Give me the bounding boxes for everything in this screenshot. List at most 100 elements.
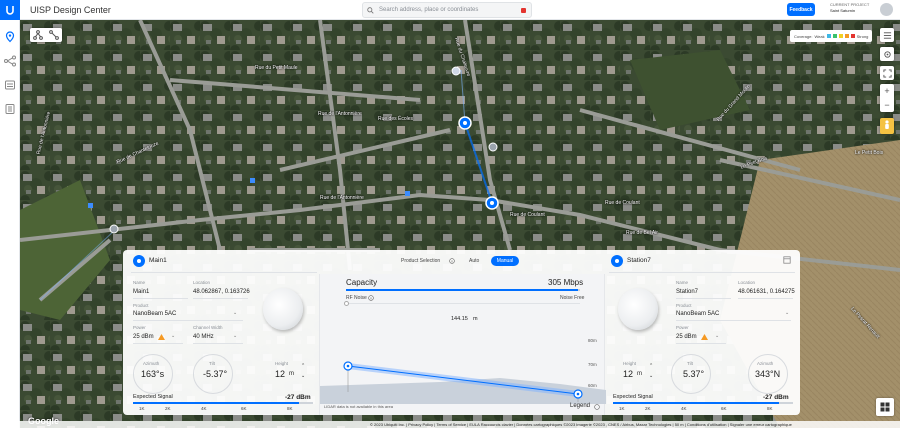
- azimuth-label: Azimuth: [757, 361, 774, 366]
- grid-view-button[interactable]: [876, 398, 894, 416]
- coverage-weak-label: Weak: [814, 33, 825, 39]
- expected-signal-label: Expected Signal: [133, 394, 173, 400]
- height-value[interactable]: 12: [623, 369, 633, 379]
- chevron-down-icon[interactable]: ⌄: [649, 373, 653, 379]
- auto-toggle[interactable]: Auto: [469, 258, 479, 264]
- distance-unit: m: [473, 316, 478, 322]
- ubiquiti-logo[interactable]: [0, 0, 20, 20]
- chevron-down-icon[interactable]: ⌄: [233, 310, 237, 316]
- link-tool-icon[interactable]: [49, 30, 59, 40]
- location-field[interactable]: 48.062867, 0.163726: [193, 289, 250, 295]
- search-icon: [367, 6, 374, 14]
- pegman-icon: [885, 120, 889, 129]
- tilt-label: Tilt: [687, 361, 693, 366]
- tilt-value[interactable]: 5.37°: [683, 369, 704, 379]
- name-label: Name: [676, 280, 689, 285]
- chevron-down-icon[interactable]: ⌄: [171, 333, 175, 339]
- divider: [738, 298, 793, 299]
- antenna-image: [263, 288, 303, 330]
- topology-icon[interactable]: [4, 54, 16, 67]
- power-field[interactable]: 25 dBm: [133, 334, 154, 340]
- signal-tick: 8K: [767, 406, 773, 411]
- height-label: Height: [623, 361, 637, 366]
- name-field[interactable]: Main1: [133, 289, 149, 295]
- chevron-down-icon[interactable]: ⌄: [715, 333, 719, 339]
- expected-signal-label: Expected Signal: [613, 394, 653, 400]
- collapse-icon[interactable]: [783, 256, 791, 264]
- devices-icon[interactable]: [4, 78, 16, 90]
- chevron-up-icon[interactable]: ⌃: [649, 363, 653, 369]
- name-label: Name: [133, 280, 146, 285]
- fullscreen-button[interactable]: [880, 66, 894, 80]
- device-pin-icon: [611, 255, 623, 267]
- list-icon[interactable]: [4, 102, 16, 114]
- info-icon[interactable]: [368, 295, 374, 301]
- height-label: Height: [275, 361, 289, 366]
- location-label: Location: [193, 280, 211, 285]
- left-device-title: Main1: [149, 257, 167, 264]
- divider: [676, 320, 791, 321]
- layers-button[interactable]: [880, 28, 894, 42]
- zoom-out-icon[interactable]: −: [880, 98, 894, 112]
- feedback-button[interactable]: Feedback: [787, 3, 815, 16]
- locate-button[interactable]: [880, 47, 894, 61]
- divider: [676, 343, 726, 344]
- chevron-down-icon[interactable]: ⌄: [301, 373, 305, 379]
- zoom-controls: + −: [880, 84, 894, 112]
- signal-tick: 1K: [139, 406, 145, 411]
- elevation-profile-chart: [320, 361, 606, 404]
- street-label: Rue de Coulant: [605, 200, 640, 206]
- divider: [133, 298, 188, 299]
- avatar[interactable]: [880, 3, 893, 16]
- power-label: Power: [676, 325, 689, 330]
- height-unit: m: [289, 371, 294, 377]
- chevron-down-icon[interactable]: ⌄: [233, 333, 237, 339]
- capacity-label: Capacity: [346, 278, 378, 287]
- distance-value: 144.15: [451, 316, 468, 322]
- current-project[interactable]: CURRENT PROJECT Saint Saturnin: [830, 2, 869, 14]
- signal-tick: 2K: [645, 406, 651, 411]
- street-view-pegman[interactable]: [880, 118, 894, 134]
- info-icon[interactable]: [449, 258, 455, 264]
- zoom-in-icon[interactable]: +: [880, 84, 894, 98]
- coverage-swatch: [850, 34, 855, 38]
- search-input[interactable]: Search address, place or coordinates: [362, 2, 532, 18]
- location-pin-icon[interactable]: [4, 30, 16, 43]
- warning-icon: [701, 334, 708, 340]
- product-selection-label: Product Selection: [401, 258, 441, 264]
- network-tool-icon[interactable]: [33, 30, 43, 40]
- power-field[interactable]: 25 dBm: [676, 334, 697, 340]
- tilt-value[interactable]: -5.37°: [203, 369, 227, 379]
- divider: [609, 272, 795, 273]
- attribution-text[interactable]: © 2023 Ubiquiti Inc. | Privacy Policy | …: [370, 422, 792, 427]
- help-icon[interactable]: [594, 404, 600, 410]
- coverage-swatch: [832, 34, 837, 38]
- chevron-up-icon[interactable]: ⌃: [301, 363, 305, 369]
- coverage-legend: Coverage: Weak Strong: [790, 30, 873, 42]
- expected-signal-value: -27 dBm: [763, 394, 789, 401]
- chevron-down-icon[interactable]: ⌄: [785, 310, 789, 316]
- record-icon[interactable]: [521, 8, 526, 13]
- azimuth-value[interactable]: 163°s: [141, 369, 164, 379]
- azimuth-value[interactable]: 343°N: [755, 369, 780, 379]
- product-select[interactable]: NanoBeam 5AC: [133, 311, 176, 317]
- legend-button[interactable]: Legend: [570, 403, 590, 409]
- noise-slider-handle[interactable]: [344, 301, 349, 306]
- manual-toggle[interactable]: Manual: [491, 256, 519, 266]
- street-label: Rue du Petit Maule: [255, 65, 298, 71]
- name-field[interactable]: Station7: [676, 289, 698, 295]
- signal-tick: 4K: [681, 406, 687, 411]
- grid-icon: [880, 402, 890, 412]
- coverage-swatch: [844, 34, 849, 38]
- power-label: Power: [133, 325, 146, 330]
- product-select[interactable]: NanoBeam 5AC: [676, 311, 719, 317]
- divider: [133, 343, 183, 344]
- divider: [676, 298, 731, 299]
- product-label: Product: [676, 303, 692, 308]
- signal-tick: 1K: [619, 406, 625, 411]
- channel-width-select[interactable]: 40 MHz: [193, 334, 214, 340]
- location-field[interactable]: 48.061631, 0.164275: [738, 289, 795, 295]
- height-value[interactable]: 12: [275, 369, 285, 379]
- signal-fill: [613, 402, 779, 404]
- divider: [131, 272, 317, 273]
